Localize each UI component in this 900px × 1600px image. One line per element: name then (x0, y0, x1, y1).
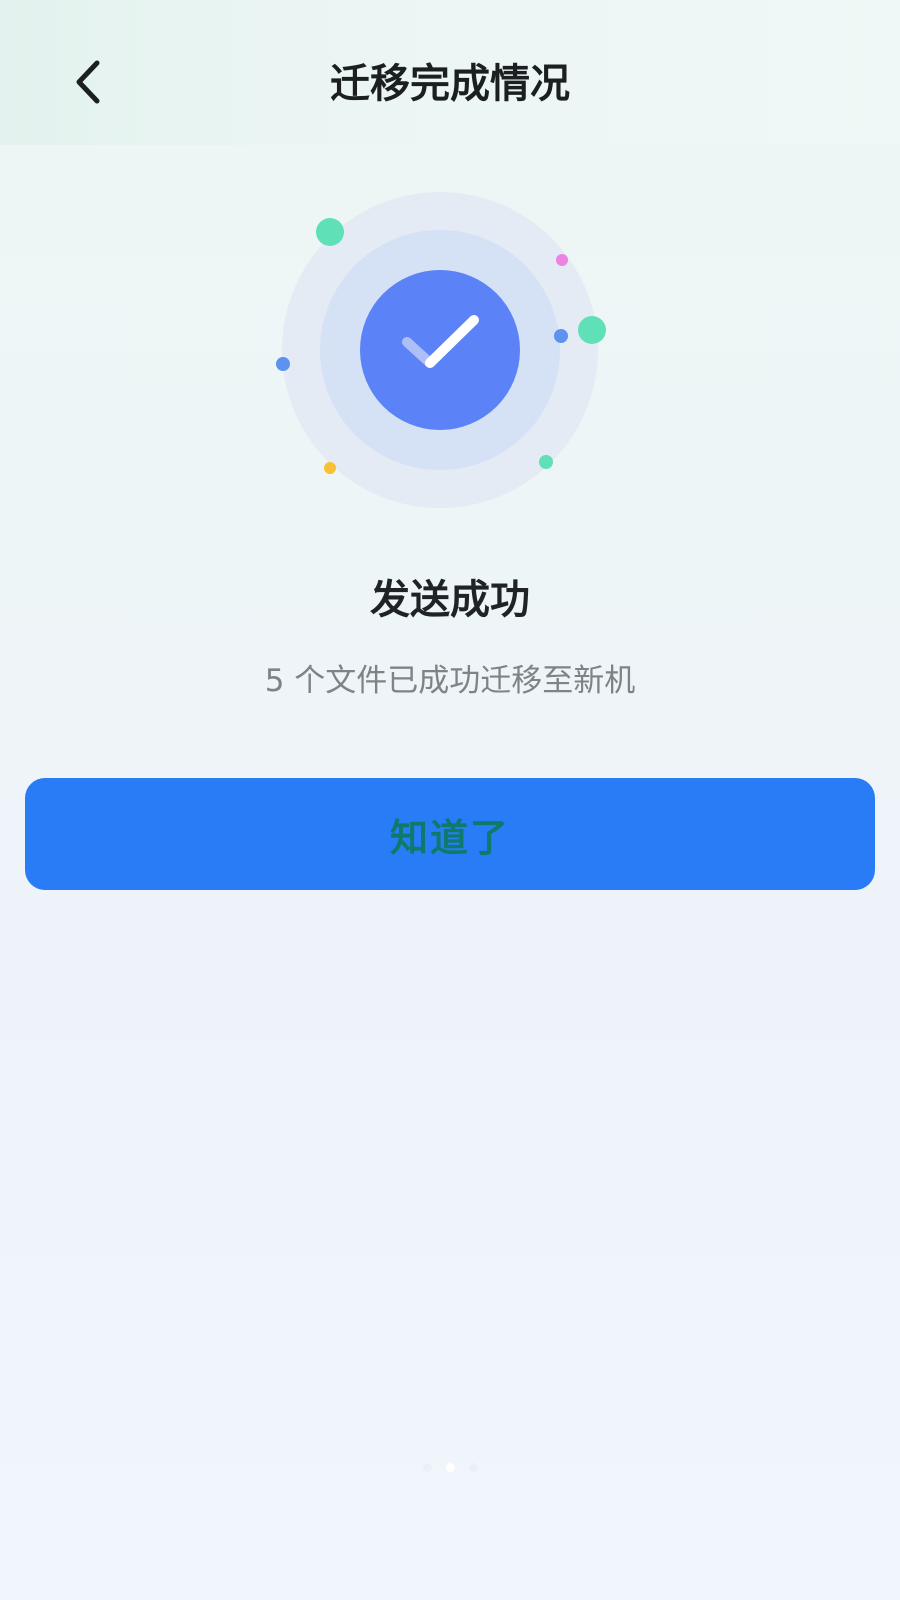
page-dot (422, 1462, 432, 1472)
back-button[interactable] (58, 52, 118, 112)
ok-button[interactable]: 知道了 (25, 778, 875, 890)
page-indicator (410, 1460, 490, 1474)
page-title: 迁移完成情况 (330, 61, 570, 107)
confetti-dot (539, 455, 553, 469)
success-illustration (270, 190, 630, 530)
confetti-dot (316, 218, 344, 246)
confetti-dot (554, 329, 568, 343)
result-title: 发送成功 (370, 577, 530, 623)
ok-button-label: 知道了 (389, 815, 510, 860)
confetti-dot (556, 254, 568, 266)
confetti-dot (324, 462, 336, 474)
chevron-left-icon (76, 60, 100, 104)
page-dot-active (445, 1462, 455, 1472)
confetti-dot (578, 316, 606, 344)
app-bar: 迁移完成情况 (0, 0, 900, 145)
page-dot (468, 1462, 478, 1472)
confetti-dot (276, 357, 290, 371)
result-description: 5 个文件已成功迁移至新机 (264, 663, 636, 699)
